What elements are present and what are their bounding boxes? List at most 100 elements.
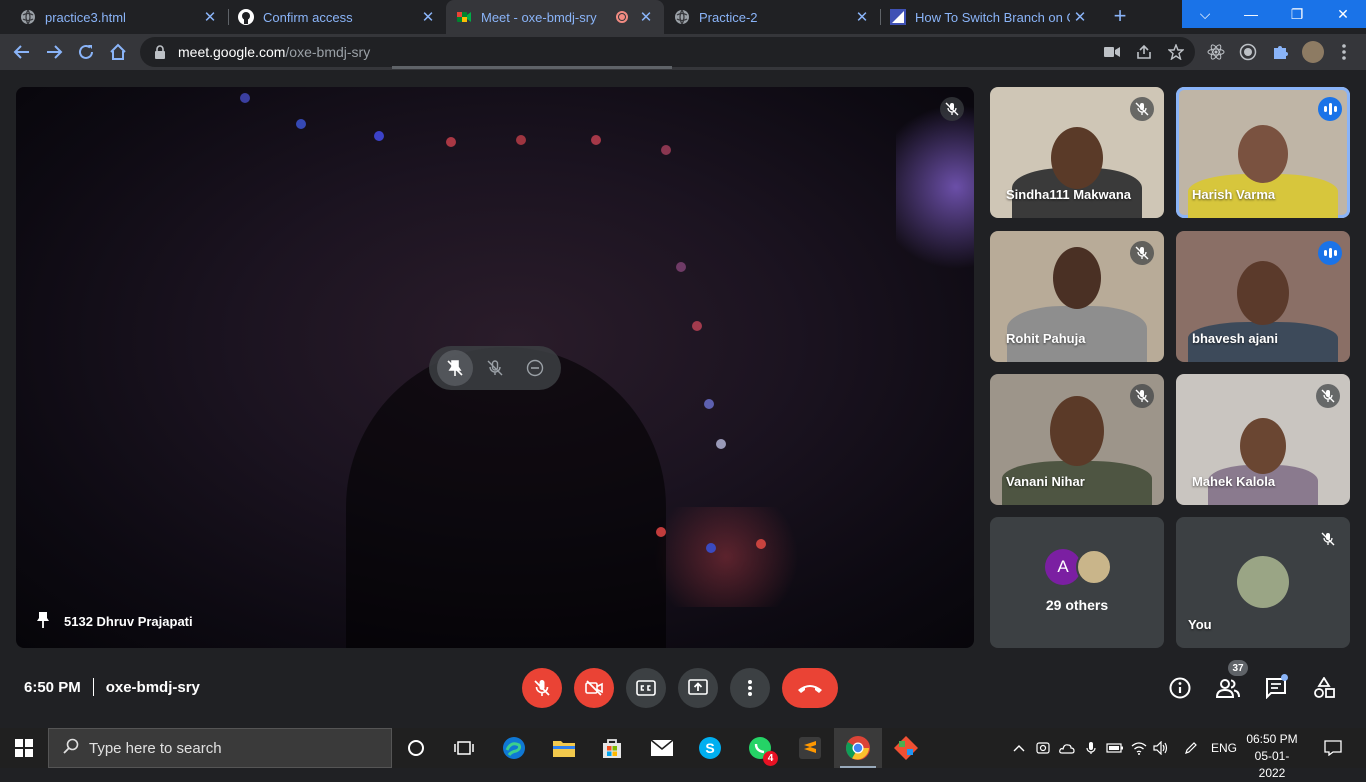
show-hidden-icons-button[interactable]	[1010, 740, 1028, 756]
whatsapp-icon[interactable]: 4	[746, 734, 778, 766]
participant-video	[1051, 127, 1103, 189]
new-message-dot	[1281, 674, 1288, 681]
string-light	[706, 543, 716, 553]
profile-avatar[interactable]	[1302, 41, 1324, 63]
start-button[interactable]	[0, 728, 48, 768]
restore-button[interactable]: ❐	[1274, 0, 1320, 28]
meet-stage: 5132 Dhruv Prajapati Sindha111 Makwana H…	[0, 70, 1366, 728]
pen-workspace-icon[interactable]	[1182, 740, 1200, 756]
tab-title: Meet - oxe-bmdj-sry	[481, 9, 597, 25]
speaking-indicator-icon	[1318, 97, 1342, 121]
leave-call-button[interactable]	[782, 668, 838, 708]
microphone-toggle-button[interactable]	[522, 668, 562, 708]
meeting-control-bar: 6:50 PM oxe-bmdj-sry 37	[0, 650, 1366, 728]
more-menu-icon[interactable]	[1334, 42, 1354, 62]
file-explorer-icon[interactable]	[550, 734, 578, 762]
close-window-button[interactable]: ✕	[1320, 0, 1366, 28]
participant-silhouette	[346, 347, 666, 648]
tab-close-button[interactable]: ✕	[636, 8, 656, 26]
tab-practice-2[interactable]: Practice-2 ✕	[664, 0, 880, 34]
forward-button[interactable]	[42, 40, 66, 64]
present-screen-button[interactable]	[678, 668, 718, 708]
meeting-details-button[interactable]	[1168, 676, 1192, 700]
avatar	[1237, 556, 1289, 608]
minimize-button[interactable]: —	[1228, 0, 1274, 28]
cortana-icon[interactable]	[402, 734, 430, 762]
github-icon	[238, 9, 254, 25]
extensions-puzzle-icon[interactable]	[1270, 42, 1290, 62]
pinned-video-tile[interactable]: 5132 Dhruv Prajapati	[16, 87, 974, 648]
browser-tab-strip: practice3.html ✕ Confirm access ✕ Meet -…	[0, 0, 1366, 34]
share-icon[interactable]	[1134, 42, 1154, 62]
notifications-icon[interactable]	[1324, 740, 1342, 756]
search-placeholder: Type here to search	[89, 739, 222, 757]
self-tile[interactable]: You	[1176, 517, 1350, 648]
divider	[92, 678, 94, 696]
tab-close-button[interactable]: ✕	[852, 8, 872, 26]
people-button[interactable]	[1216, 676, 1240, 700]
reload-button[interactable]	[74, 40, 98, 64]
tab-meet[interactable]: Meet - oxe-bmdj-sry ✕	[446, 0, 664, 34]
remove-from-call-button[interactable]	[517, 350, 553, 386]
microphone-tray-icon[interactable]	[1082, 740, 1100, 756]
tab-confirm-access[interactable]: Confirm access ✕	[228, 0, 446, 34]
captions-button[interactable]	[626, 668, 666, 708]
mail-icon[interactable]	[648, 734, 676, 762]
unpin-button[interactable]	[437, 350, 473, 386]
meet-icon	[456, 9, 472, 25]
react-devtools-icon[interactable]	[1206, 42, 1226, 62]
tab-close-button[interactable]: ✕	[418, 8, 438, 26]
participant-tile[interactable]: Sindha111 Makwana	[990, 87, 1164, 218]
mic-off-icon	[1130, 384, 1154, 408]
camera-toggle-button[interactable]	[574, 668, 614, 708]
microsoft-store-icon[interactable]	[598, 734, 626, 762]
sublime-text-icon[interactable]	[796, 734, 824, 762]
tab-git-branch-article[interactable]: How To Switch Branch on Git ✕	[880, 0, 1098, 34]
address-bar[interactable]: meet.google.com/oxe-bmdj-sry	[140, 37, 1195, 67]
unpin-icon	[447, 360, 463, 376]
battery-icon[interactable]	[1106, 740, 1124, 756]
record-extension-icon[interactable]	[1238, 42, 1258, 62]
volume-icon[interactable]	[1152, 740, 1170, 756]
home-button[interactable]	[106, 40, 130, 64]
participant-video	[1050, 396, 1104, 466]
chrome-taskbar-icon[interactable]	[834, 728, 882, 768]
tab-search-button[interactable]: ⌵	[1182, 0, 1228, 28]
git-gui-icon[interactable]	[892, 734, 920, 762]
tab-practice3[interactable]: practice3.html ✕	[0, 0, 228, 34]
tab-close-button[interactable]: ✕	[200, 8, 220, 26]
participant-tile[interactable]: Vanani Nihar	[990, 374, 1164, 505]
meeting-info: 6:50 PM oxe-bmdj-sry	[24, 678, 200, 696]
activities-button[interactable]	[1312, 676, 1336, 700]
camera-indicator-icon[interactable]	[1102, 42, 1122, 62]
globe-icon	[674, 9, 690, 25]
new-tab-button[interactable]: +	[1108, 4, 1132, 28]
participant-tile-speaking[interactable]: Harish Varma	[1176, 87, 1350, 218]
participant-tile[interactable]: Rohit Pahuja	[990, 231, 1164, 362]
video-backdrop-light	[896, 87, 974, 287]
input-language[interactable]: ENG	[1210, 740, 1238, 756]
edge-browser-icon[interactable]	[500, 734, 528, 762]
participant-tile[interactable]: Mahek Kalola	[1176, 374, 1350, 505]
mute-participant-button[interactable]	[477, 350, 513, 386]
system-clock[interactable]: 06:50 PM 05-01-2022	[1244, 731, 1300, 782]
participant-name: Rohit Pahuja	[1006, 331, 1086, 346]
search-icon	[63, 738, 79, 759]
wifi-icon[interactable]	[1130, 740, 1148, 756]
task-view-icon[interactable]	[450, 734, 478, 762]
page-scroll-indicator	[392, 66, 672, 69]
more-options-button[interactable]	[730, 668, 770, 708]
camera-tray-icon[interactable]	[1034, 740, 1052, 756]
url-text: meet.google.com/oxe-bmdj-sry	[178, 44, 370, 60]
tab-title: Practice-2	[699, 9, 758, 25]
back-button[interactable]	[10, 40, 34, 64]
onedrive-icon[interactable]	[1058, 740, 1076, 756]
tab-close-button[interactable]: ✕	[1070, 8, 1090, 26]
people-count-badge: 37	[1228, 660, 1248, 676]
skype-icon[interactable]: S	[696, 734, 724, 762]
participant-tile[interactable]: bhavesh ajani	[1176, 231, 1350, 362]
string-light	[240, 93, 250, 103]
others-tile[interactable]: A 29 others	[990, 517, 1164, 648]
bookmark-star-icon[interactable]	[1166, 42, 1186, 62]
taskbar-search-box[interactable]: Type here to search	[48, 728, 392, 768]
